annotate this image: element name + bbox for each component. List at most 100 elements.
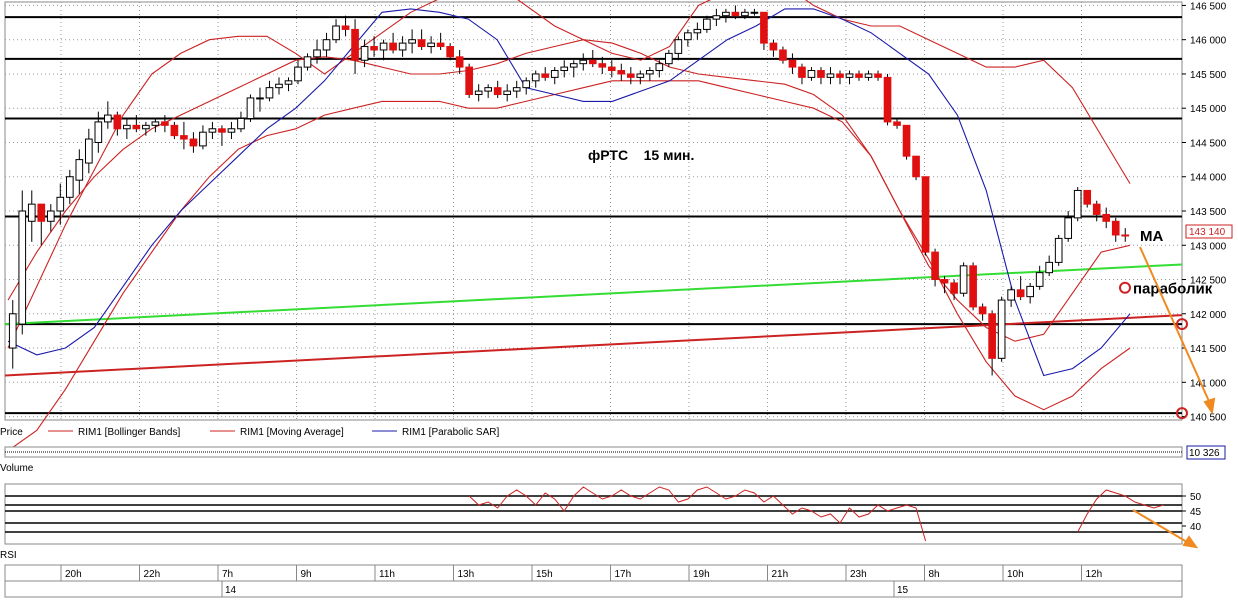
- candle-body: [94, 121, 103, 143]
- volume-last-label: 10 326: [1189, 448, 1220, 459]
- price-tick-label: 140 500: [1190, 413, 1227, 424]
- candle-body: [104, 114, 112, 123]
- candle-body: [455, 56, 464, 68]
- candle-body: [931, 251, 939, 281]
- candle-body: [360, 46, 369, 61]
- candle-body: [626, 73, 635, 78]
- time-tick-label: 13h: [458, 569, 475, 580]
- candle: [921, 176, 930, 256]
- candle-body: [550, 70, 559, 78]
- candle-body: [417, 39, 426, 48]
- candle-body: [56, 196, 65, 212]
- candle: [969, 262, 977, 311]
- candle-body: [1083, 189, 1092, 205]
- time-tick-label: 10h: [1007, 569, 1024, 580]
- candle-body: [731, 11, 740, 17]
- candle-body: [18, 210, 27, 325]
- time-tick-label: 22h: [144, 569, 161, 580]
- candle: [997, 296, 1006, 362]
- candle-body: [988, 313, 996, 359]
- candle-body: [836, 73, 844, 78]
- rsi-tick-label: 40: [1190, 522, 1202, 533]
- candle-body: [950, 282, 958, 294]
- time-tick-label: 9h: [301, 569, 312, 580]
- legend-label: RIM1 [Moving Average]: [240, 427, 344, 438]
- candle-body: [1092, 203, 1101, 215]
- candle-body: [750, 11, 759, 14]
- candle-body: [1064, 217, 1073, 239]
- candle-body: [1102, 213, 1111, 222]
- candle-body: [484, 87, 493, 92]
- candle-body: [817, 70, 825, 78]
- price-tick-label: 146 500: [1190, 1, 1227, 12]
- candle-body: [855, 73, 863, 78]
- candle-body: [722, 11, 730, 17]
- time-tick-label: 21h: [772, 569, 789, 580]
- candle-body: [645, 70, 654, 75]
- candle-body: [997, 299, 1006, 359]
- candle-body: [322, 39, 331, 51]
- candle-body: [902, 124, 911, 157]
- candle-body: [218, 128, 226, 133]
- candle-body: [607, 66, 616, 72]
- time-tick-label: 23h: [850, 569, 867, 580]
- candle-body: [398, 42, 407, 51]
- price-tick-label: 142 000: [1190, 310, 1227, 321]
- time-tick-label: 11h: [379, 569, 395, 580]
- legend-label: RIM1 [Parabolic SAR]: [402, 427, 499, 438]
- date-tick-label: 15: [897, 585, 909, 596]
- candle-body: [436, 42, 445, 48]
- candle-body: [8, 313, 17, 349]
- candle-body: [874, 73, 882, 78]
- candle: [1054, 234, 1063, 266]
- candle: [1073, 187, 1082, 222]
- candle-body: [180, 135, 188, 140]
- candle-body: [408, 39, 416, 44]
- candle-body: [769, 42, 778, 51]
- candle-body: [208, 128, 217, 133]
- candle-body: [132, 124, 141, 130]
- candle-body: [1054, 237, 1063, 263]
- candle-body: [265, 87, 274, 99]
- candle-body: [227, 128, 236, 133]
- candle-body: [313, 49, 321, 58]
- candle-body: [370, 46, 378, 51]
- time-tick-label: 15h: [536, 569, 553, 580]
- price-tick-label: 145 000: [1190, 104, 1227, 115]
- candle-body: [493, 87, 502, 96]
- candle-body: [170, 124, 179, 137]
- candle-body: [864, 73, 873, 78]
- candle-body: [37, 203, 46, 222]
- candle-body: [1016, 289, 1025, 298]
- candle-body: [303, 56, 312, 68]
- candle-body: [246, 97, 255, 119]
- candle-body: [845, 73, 854, 78]
- candle-body: [1073, 189, 1082, 219]
- candle-body: [379, 42, 388, 51]
- candle: [902, 124, 911, 160]
- candle: [883, 73, 892, 126]
- candle: [465, 63, 473, 98]
- candle-body: [474, 90, 483, 96]
- candle-body: [969, 265, 977, 308]
- candle: [246, 94, 255, 122]
- rsi-tick-label: 45: [1190, 507, 1202, 518]
- candle-body: [199, 131, 207, 147]
- last-price-label: 143 140: [1189, 227, 1226, 238]
- candle-body: [1026, 285, 1034, 298]
- rsi-label: RSI: [0, 550, 17, 561]
- candle-body: [27, 203, 36, 222]
- candle-body: [237, 117, 245, 130]
- candle-body: [465, 66, 473, 96]
- time-tick-label: 20h: [65, 569, 82, 580]
- price-tick-label: 143 500: [1190, 207, 1227, 218]
- candle-body: [294, 66, 302, 82]
- chart-title: фРТС 15 мин.: [588, 147, 694, 163]
- candle-body: [142, 124, 150, 130]
- date-tick-label: 14: [225, 585, 237, 596]
- candle-body: [189, 138, 198, 147]
- candle-body: [826, 73, 835, 78]
- candle-body: [693, 28, 702, 34]
- candle-body: [921, 176, 930, 253]
- candle-body: [46, 210, 55, 222]
